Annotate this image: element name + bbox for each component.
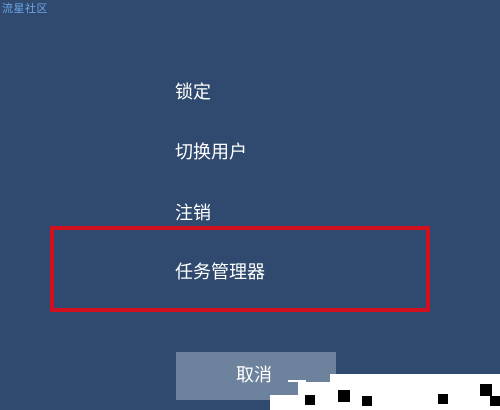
image-artifact (490, 396, 500, 406)
site-watermark: 流星社区 (2, 2, 48, 15)
image-artifact (362, 396, 372, 406)
image-artifact (438, 394, 448, 404)
image-artifact (480, 384, 492, 396)
image-artifact (298, 382, 500, 410)
menu-item-switch-user[interactable]: 切换用户 (175, 138, 247, 164)
menu-item-lock[interactable]: 锁定 (175, 78, 211, 104)
security-options-screen: 流星社区 锁定 切换用户 注销 任务管理器 取消 (0, 0, 500, 410)
menu-item-sign-out[interactable]: 注销 (175, 199, 211, 225)
image-artifact (330, 374, 500, 384)
image-artifact (338, 390, 350, 402)
image-artifact (270, 395, 300, 410)
image-artifact (305, 395, 315, 405)
menu-item-task-manager[interactable]: 任务管理器 (175, 258, 265, 284)
